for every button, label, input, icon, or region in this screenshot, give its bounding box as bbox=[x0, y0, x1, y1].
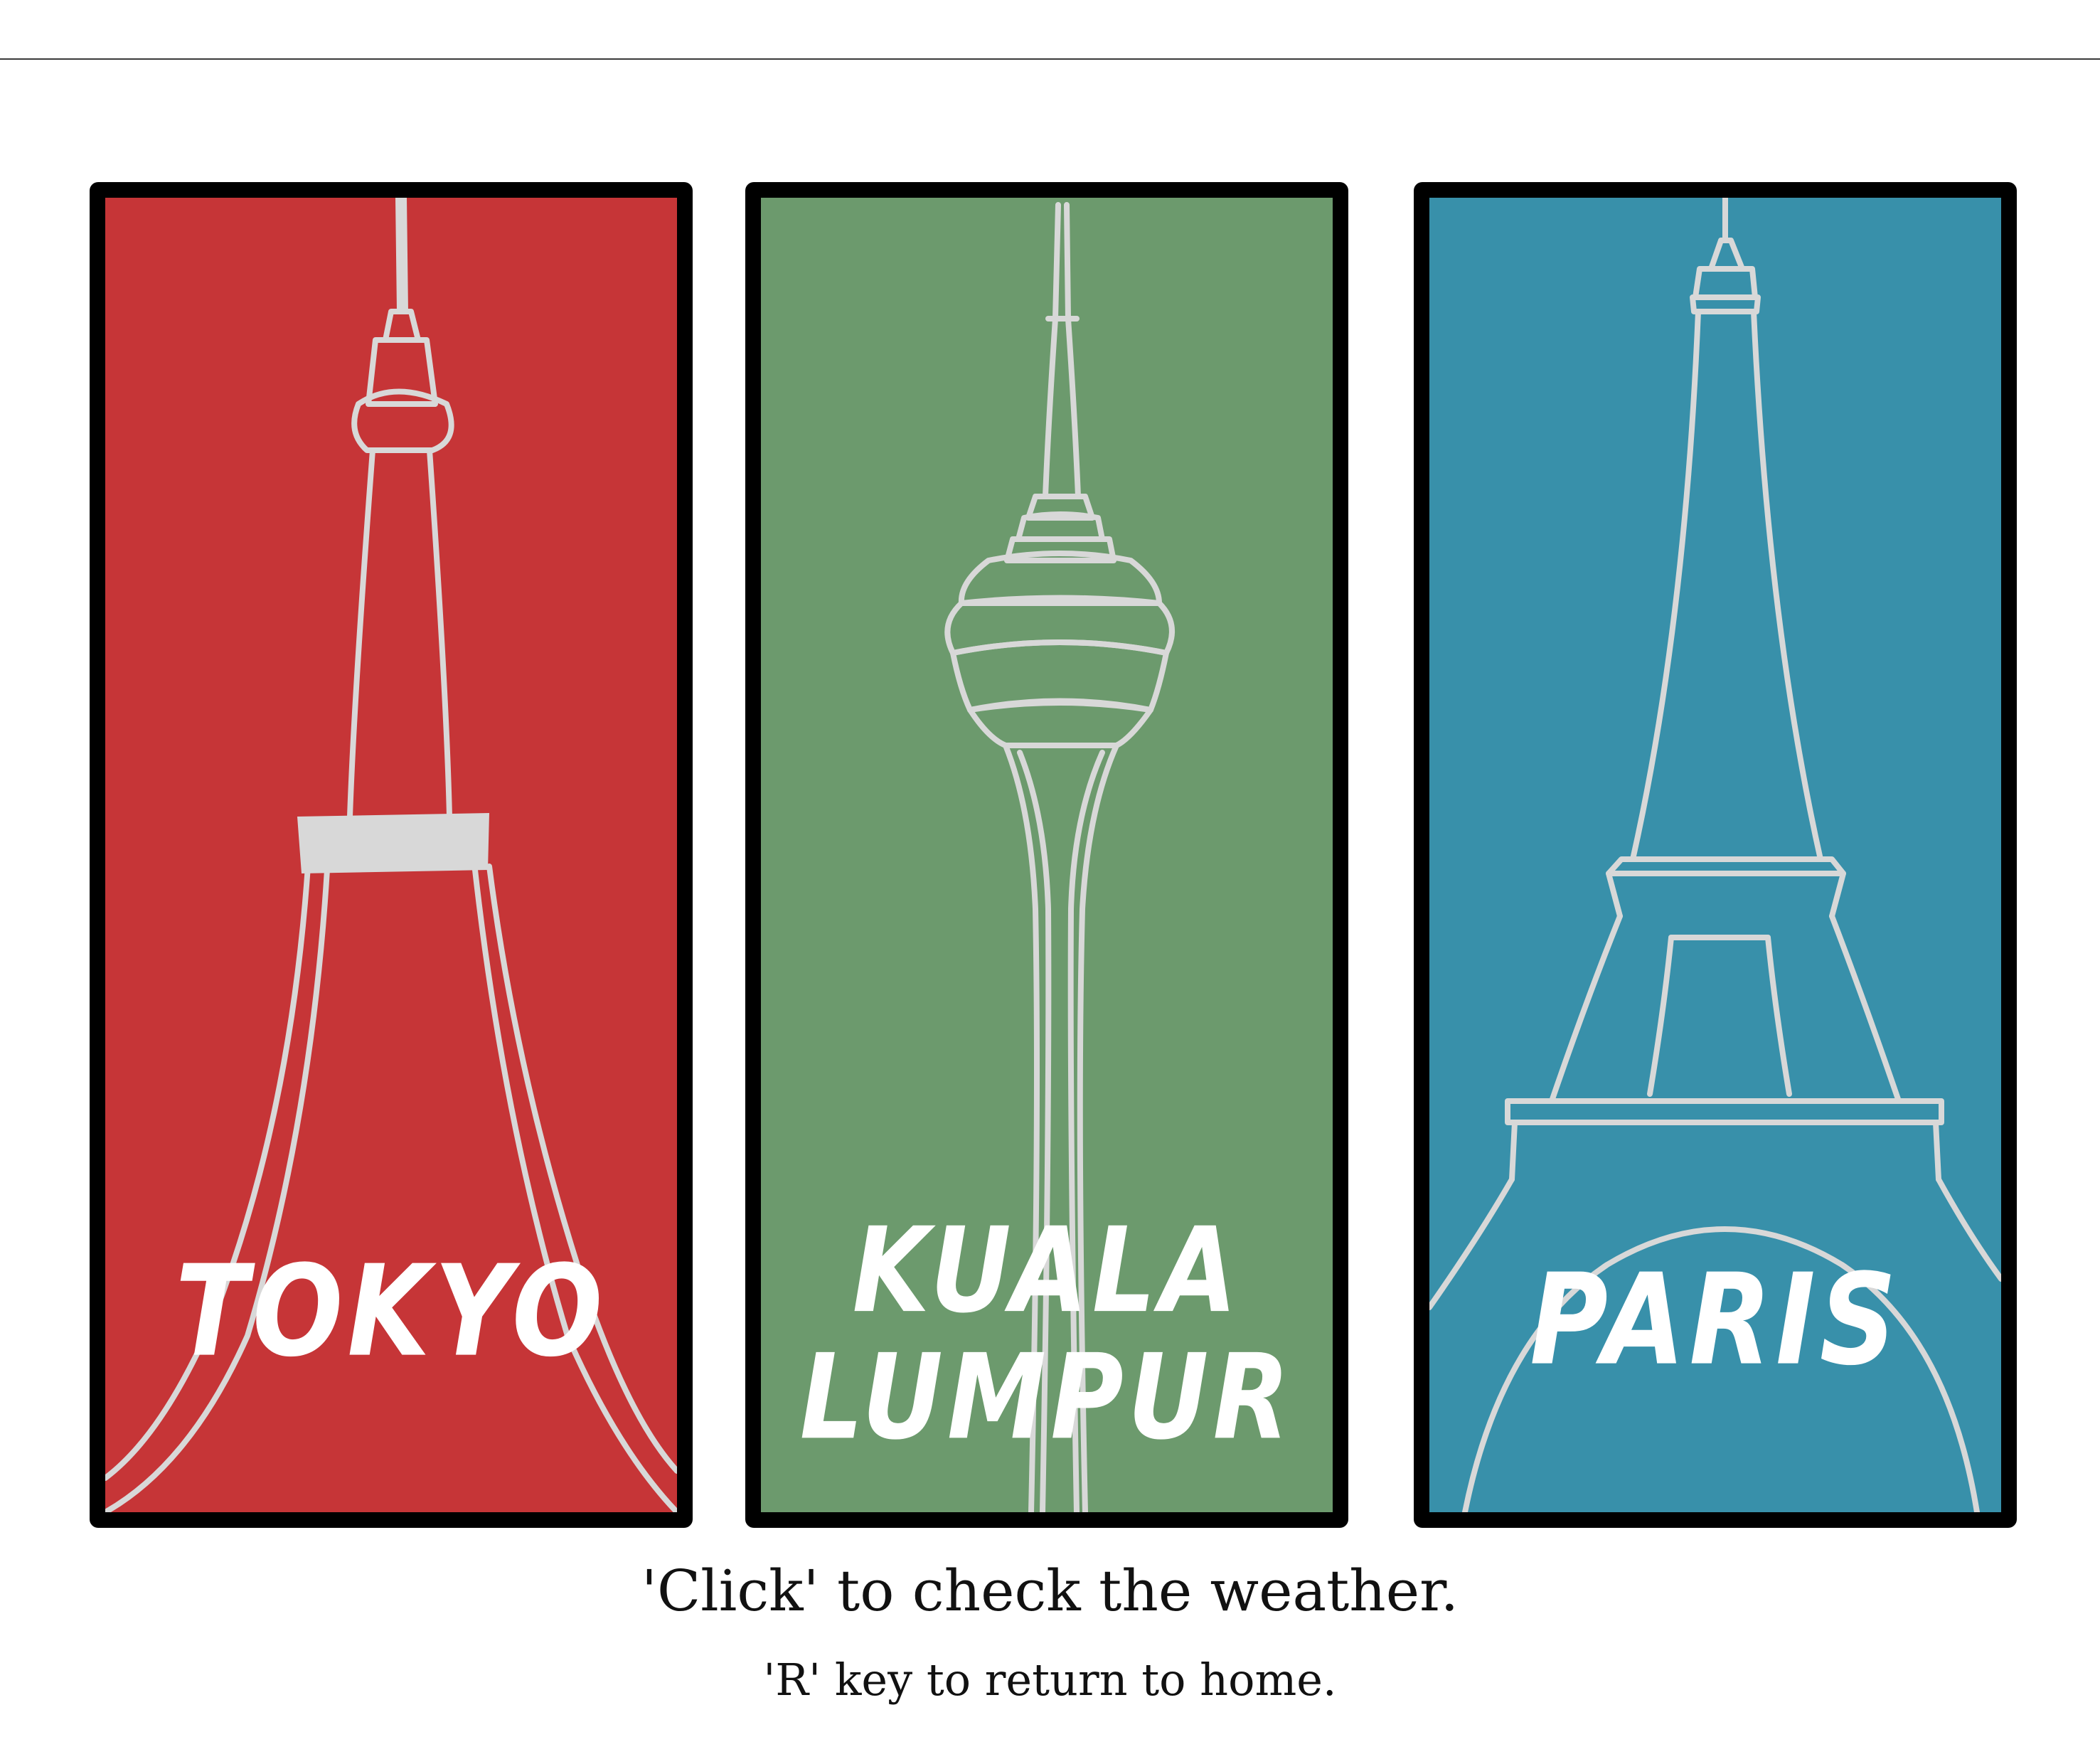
city-label-kuala-lumpur: KUALA LUMPUR bbox=[761, 1208, 1333, 1462]
click-instruction: 'Click' to check the weather. bbox=[641, 1558, 1459, 1624]
city-card-kuala-lumpur[interactable]: KUALA LUMPUR bbox=[745, 182, 1348, 1528]
top-divider bbox=[0, 58, 2100, 60]
city-label-line-1: KUALA bbox=[852, 1202, 1242, 1340]
city-card-tokyo[interactable]: TOKYO bbox=[90, 182, 693, 1528]
city-label-line-2: LUMPUR bbox=[799, 1329, 1294, 1467]
return-instruction: 'R' key to return to home. bbox=[763, 1654, 1337, 1706]
city-label-tokyo: TOKYO bbox=[175, 1238, 607, 1386]
city-card-paris[interactable]: PARIS bbox=[1414, 182, 2017, 1528]
city-label-paris: PARIS bbox=[1530, 1247, 1901, 1394]
